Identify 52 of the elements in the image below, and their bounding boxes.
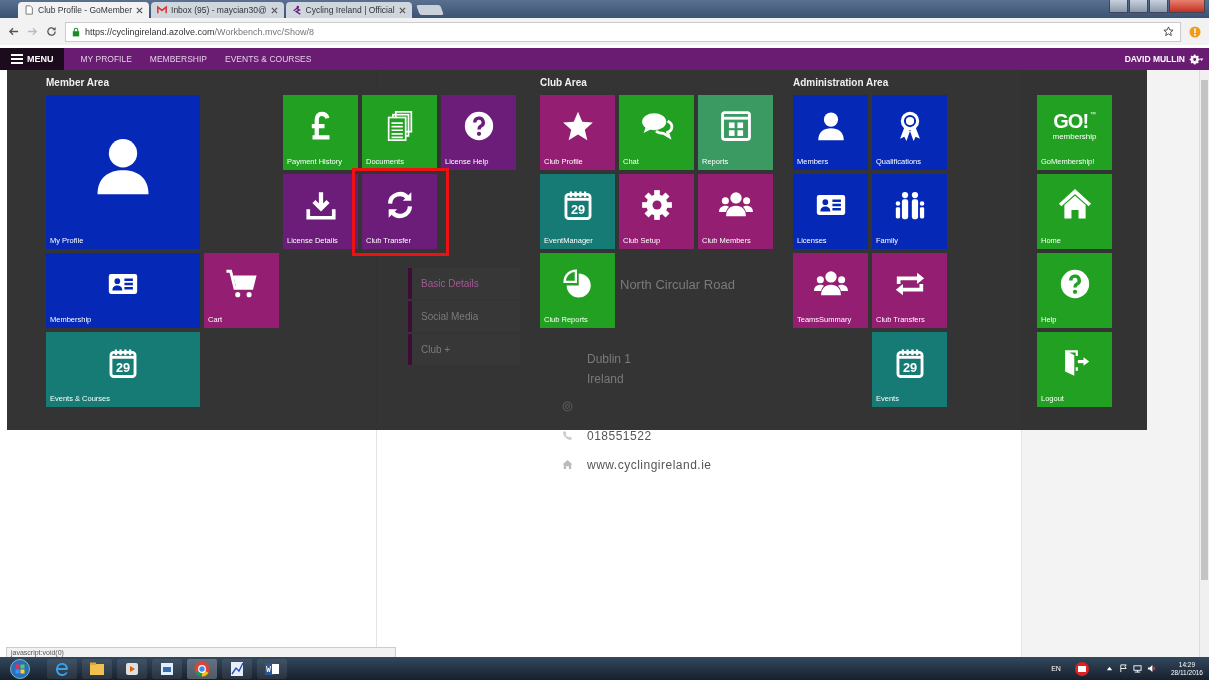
phone-icon — [562, 430, 573, 441]
restore-button[interactable] — [1149, 0, 1168, 13]
address-line: North Circular Road — [620, 277, 735, 294]
page-icon — [24, 5, 34, 15]
settings-icon — [639, 188, 674, 222]
reload-icon[interactable] — [46, 26, 57, 37]
go-membership-logo: GO!$^{™}$ membership — [1052, 109, 1097, 143]
mail-icon — [157, 5, 167, 15]
menu-icon — [11, 54, 23, 64]
close-icon[interactable] — [136, 6, 143, 14]
chart-app-icon[interactable] — [222, 658, 252, 679]
lock-icon — [72, 26, 80, 37]
website-link[interactable]: www.cyclingireland.ie — [587, 457, 712, 472]
email-icon — [562, 401, 573, 412]
close-icon[interactable] — [398, 6, 406, 14]
settings-icon — [1189, 53, 1204, 65]
nav-link[interactable]: MY PROFILE — [80, 54, 132, 64]
browser-tab[interactable]: Club Profile - GoMember — [18, 2, 149, 18]
nav-link[interactable]: EVENTS & COURSES — [225, 54, 312, 64]
minimize-button[interactable] — [1129, 0, 1148, 13]
nav-link[interactable]: MEMBERSHIP — [149, 54, 207, 64]
folder-icon[interactable] — [82, 658, 112, 679]
section-title: Administration Area — [793, 77, 890, 90]
browser-e-icon[interactable] — [47, 658, 77, 679]
menu-button[interactable]: MENU — [0, 48, 64, 70]
caret-icon[interactable] — [1104, 664, 1114, 673]
section-title: Member Area — [46, 77, 110, 90]
word-icon[interactable] — [257, 658, 287, 679]
speaker-icon[interactable] — [1146, 664, 1156, 673]
chrome-icon[interactable] — [187, 658, 217, 679]
tray-app-icon[interactable] — [1073, 660, 1090, 677]
back-icon[interactable] — [8, 26, 19, 37]
phone-number: 018551522 — [587, 428, 652, 443]
home-icon — [562, 459, 573, 470]
close-icon[interactable] — [270, 6, 278, 14]
address-line: Dublin 1 — [587, 352, 633, 368]
window-icon[interactable] — [152, 658, 182, 679]
browser-tab[interactable]: Cycling Ireland | Official — [285, 2, 412, 18]
dashboard-icon — [718, 109, 753, 143]
address-field[interactable]: https://cyclingireland.azolve.com/Workbench.mvc/Show/8 — [65, 21, 1181, 42]
address-line: Ireland — [587, 372, 625, 388]
browser-tab[interactable]: Inbox (95) - maycian30@ — [151, 2, 284, 18]
start-button[interactable] — [10, 658, 30, 679]
flag-icon[interactable] — [1118, 664, 1128, 673]
user-menu[interactable]: DAVID MULLIN — [1124, 53, 1204, 65]
network-icon[interactable] — [1132, 664, 1142, 673]
media-player-icon[interactable] — [117, 658, 147, 679]
bookmark-star-icon[interactable] — [1163, 26, 1174, 37]
new-tab-button[interactable] — [415, 5, 444, 15]
close-button[interactable] — [1169, 0, 1205, 13]
section-title: Club Area — [540, 77, 588, 90]
scrollbar-thumb[interactable] — [1201, 80, 1208, 580]
